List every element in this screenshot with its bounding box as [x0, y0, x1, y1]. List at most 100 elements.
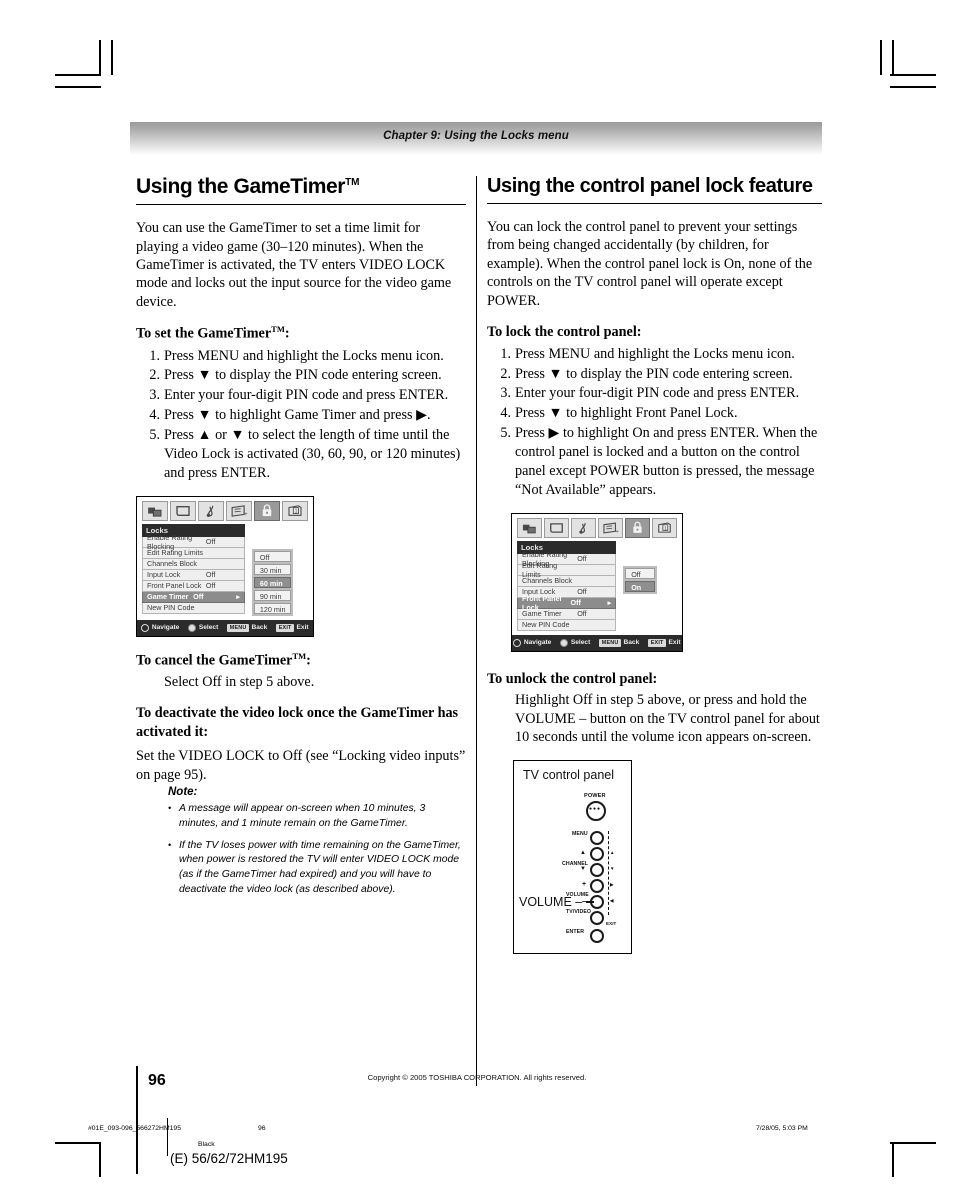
picture-icon[interactable] [142, 500, 168, 521]
menu-button[interactable] [590, 830, 604, 845]
trademark-mark: TM [271, 324, 285, 335]
crop-mark-tr-v [880, 40, 882, 75]
video-icon[interactable] [544, 517, 569, 538]
crop-mark-tl-h [55, 74, 101, 76]
setup-icon[interactable]: 1 [652, 517, 677, 538]
osd-option-120min[interactable]: 120 min [253, 602, 292, 614]
crop-mark-tl-v [99, 40, 101, 75]
osd-row-edit-rating-limits[interactable]: Edit Rating Limits [142, 547, 245, 559]
osd-row-game-timer[interactable]: Game Timer Off ▸ [142, 591, 245, 603]
osd-screenshot-front-panel-lock: + 1 Locks Enable Rating Blocking Off Edi… [511, 512, 683, 652]
enter-button-label: ENTER [566, 928, 585, 935]
volume-up-button[interactable] [590, 878, 604, 893]
settings-icon[interactable]: + [598, 517, 623, 538]
osd-row-value: Off [205, 570, 216, 580]
nav-back[interactable]: MENU Back [227, 623, 268, 632]
video-icon[interactable] [170, 500, 196, 521]
osd-icon-row: + 1 [142, 500, 308, 521]
tv-video-button-label: TV/VIDEO [566, 908, 592, 915]
menu-key-icon: MENU [227, 623, 249, 632]
osd-option-off[interactable]: Off [625, 567, 656, 579]
osd-row-value: Off [193, 592, 204, 602]
list-item: Press ▲ or ▼ to select the length of tim… [142, 426, 461, 481]
locks-icon[interactable] [625, 517, 650, 538]
note-label: Note: [168, 786, 198, 799]
left-heading-rule [136, 204, 466, 206]
osd-option-30min[interactable]: 30 min [253, 563, 292, 575]
crop-mark-tr-v2 [892, 40, 894, 75]
channel-down-button[interactable] [590, 862, 604, 877]
nav-navigate[interactable]: Navigate [513, 638, 551, 647]
copyright-notice: Copyright © 2005 TOSHIBA CORPORATION. Al… [367, 1073, 587, 1082]
osd-row-enable-rating-blocking[interactable]: Enable Rating Blocking Off [142, 533, 245, 551]
osd-icon-row: + 1 [517, 517, 677, 538]
locks-icon[interactable] [254, 500, 280, 521]
osd-row-channels-block[interactable]: Channels Block [142, 558, 245, 570]
crop-mark-br-v [892, 1142, 894, 1177]
chevron-right-icon: ▸ [236, 593, 240, 601]
nav-navigate[interactable]: Navigate [141, 623, 179, 632]
exit-label: EXIT [606, 920, 617, 926]
osd-body: Enable Rating Blocking Off Edit Rating L… [517, 550, 677, 631]
enter-button[interactable] [590, 928, 604, 943]
setup-icon[interactable]: 1 [282, 500, 308, 521]
osd-row-new-pin-code[interactable]: New PIN Code [142, 602, 245, 614]
osd-dropdown-gametimer[interactable]: Off 30 min 60 min 90 min 120 min [251, 548, 294, 616]
osd-row-value: Off [570, 598, 581, 608]
osd-row-front-panel-lock[interactable]: Front Panel Lock Off ▸ [517, 594, 617, 612]
audio-icon[interactable] [571, 517, 596, 538]
nav-exit[interactable]: EXIT Exit [276, 623, 309, 632]
osd-dropdown-front-panel-lock[interactable]: Off On [623, 565, 658, 594]
list-item: Enter your four-digit PIN code and press… [493, 384, 800, 403]
nav-back[interactable]: MENU Back [599, 638, 639, 647]
nav-select[interactable]: Select [560, 638, 590, 647]
osd-row-input-lock[interactable]: Input Lock Off [142, 569, 245, 581]
tv-video-button[interactable] [590, 910, 604, 925]
dpad-ring-icon [513, 638, 522, 647]
left-intro-paragraph: You can use the GameTimer to set a time … [136, 220, 452, 310]
osd-row-edit-rating-limits[interactable]: Edit Rating Limits [517, 561, 617, 579]
nav-label: Select [198, 624, 219, 632]
osd-menu-list: Enable Rating Blocking Off Edit Rating L… [517, 550, 617, 631]
cancel-gametimer-heading-colon: : [306, 652, 311, 669]
tv-panel-title: TV control panel [523, 767, 615, 782]
osd-row-label: Channels Block [522, 576, 572, 586]
cancel-gametimer-text: Select Off in step 5 above. [164, 673, 315, 690]
deactivate-text: Set the VIDEO LOCK to Off (see “Locking … [136, 748, 466, 783]
osd-option-on[interactable]: On [625, 580, 656, 592]
osd-menu-list: Enable Rating Blocking Off Edit Rating L… [142, 533, 245, 614]
osd-option-off[interactable]: Off [253, 550, 292, 562]
list-item: Press ▼ to highlight Game Timer and pres… [142, 406, 431, 425]
crop-mark-bl-v [99, 1142, 101, 1177]
right-heading-rule [487, 203, 822, 204]
dpad-ring-icon [141, 623, 150, 632]
chapter-header-text: Chapter 9: Using the Locks menu [383, 130, 569, 142]
volume-callout-label: VOLUME – [519, 894, 583, 909]
nav-exit[interactable]: EXIT Exit [648, 638, 681, 647]
set-gametimer-steps: Press MENU and highlight the Locks menu … [136, 347, 466, 483]
set-gametimer-heading-colon: : [284, 326, 290, 343]
menu-button-label: MENU [572, 830, 588, 837]
audio-icon[interactable] [198, 500, 224, 521]
channel-down-glyph: ▼ [580, 865, 587, 872]
nav-label: Exit [668, 639, 681, 647]
list-item: Press ▼ to display the PIN code entering… [493, 365, 793, 384]
svg-text:1: 1 [295, 508, 298, 514]
picture-icon[interactable] [517, 517, 542, 538]
settings-icon[interactable]: + [226, 500, 252, 521]
channel-up-button[interactable] [590, 846, 604, 861]
volume-up-label: + [582, 880, 587, 888]
nav-select[interactable]: Select [188, 623, 219, 632]
osd-row-channels-block[interactable]: Channels Block [517, 575, 617, 587]
tv-control-panel-diagram: TV control panel POWER ●●● MENU ▲ CHANNE… [513, 759, 632, 954]
osd-option-60min[interactable]: 60 min [253, 576, 292, 588]
crop-mark-tr-h [890, 74, 936, 76]
osd-option-90min[interactable]: 90 min [253, 589, 292, 601]
menu-key-icon: MENU [599, 638, 621, 647]
lock-panel-heading: To lock the control panel: [487, 324, 642, 341]
osd-row-new-pin-code[interactable]: New PIN Code [517, 619, 617, 631]
osd-row-label: Game Timer [147, 592, 189, 602]
nav-label: Back [251, 624, 268, 632]
osd-row-front-panel-lock[interactable]: Front Panel Lock Off [142, 580, 245, 592]
crop-mark-bl-h [55, 1142, 101, 1144]
